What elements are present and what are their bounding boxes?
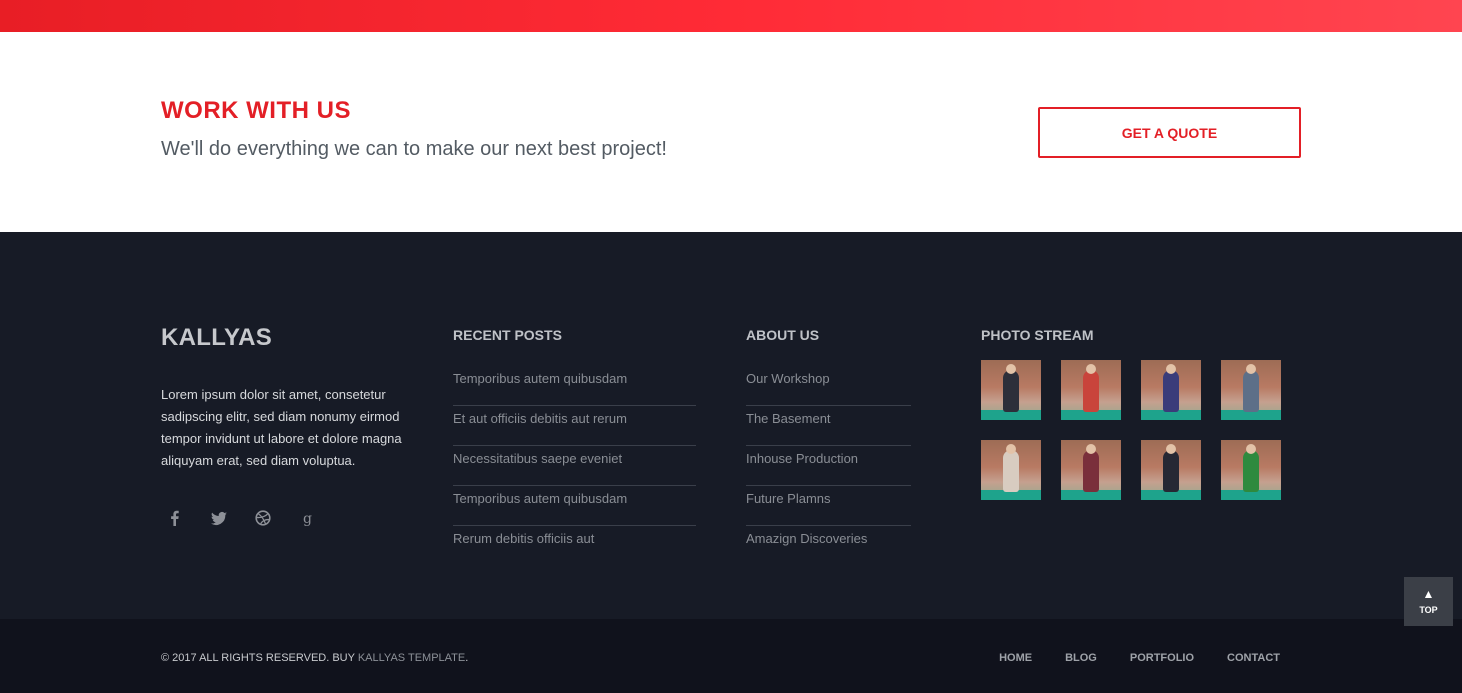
about-us-link[interactable]: Amazign Discoveries [746,526,911,565]
about-us-heading: ABOUT US [746,327,820,343]
copyright-suffix: . [465,652,469,664]
about-us-link[interactable]: Future Plamns [746,486,911,526]
photo-figure-head [1006,364,1016,374]
footer-nav-portfolio[interactable]: PORTFOLIO [1130,652,1194,664]
cta-subtitle: We'll do everything we can to make our n… [161,138,667,160]
to-top-label: TOP [1419,604,1438,615]
photo-figure [1003,450,1019,492]
recent-post-link[interactable]: Temporibus autem quibusdam [453,486,696,526]
top-red-strip [0,0,1462,32]
photo-thumbnail[interactable] [1221,360,1281,420]
recent-post-link[interactable]: Et aut officiis debitis aut rerum [453,406,696,446]
back-to-top-button[interactable]: ▲ TOP [1404,577,1453,626]
photo-figure [1083,370,1099,412]
recent-post-link[interactable]: Rerum debitis officiis aut [453,526,696,565]
kallyas-template-link[interactable]: KALLYAS TEMPLATE [358,652,465,664]
google-plus-icon[interactable]: g [297,508,317,528]
photo-figure-head [1166,364,1176,374]
recent-posts-list: Temporibus autem quibusdam Et aut offici… [453,366,696,565]
about-us-list: Our Workshop The Basement Inhouse Produc… [746,366,911,565]
photo-thumbnail[interactable] [1061,360,1121,420]
photo-figure-head [1246,444,1256,454]
photo-thumbnail[interactable] [1141,360,1201,420]
work-with-us-section: WORK WITH US We'll do everything we can … [0,32,1462,232]
photo-figure [1163,450,1179,492]
footer-nav-blog[interactable]: BLOG [1065,652,1097,664]
footer-nav-contact[interactable]: CONTACT [1227,652,1280,664]
site-footer: KALLYAS Lorem ipsum dolor sit amet, cons… [0,232,1462,619]
photo-figure-head [1086,444,1096,454]
photo-thumbnail[interactable] [1061,440,1121,500]
facebook-icon[interactable] [165,508,185,528]
photo-figure [1243,370,1259,412]
photo-thumbnail[interactable] [1221,440,1281,500]
about-us-link[interactable]: The Basement [746,406,911,446]
footer-logo[interactable]: KALLYAS [161,324,272,352]
photo-thumbnail[interactable] [981,360,1041,420]
photo-thumbnail[interactable] [981,440,1041,500]
chevron-up-icon: ▲ [1422,586,1435,601]
photo-figure-head [1246,364,1256,374]
photo-figure-head [1086,364,1096,374]
copyright-prefix: © 2017 ALL RIGHTS RESERVED. BUY [161,652,358,664]
get-a-quote-button[interactable]: GET A QUOTE [1038,107,1301,158]
copyright-text: © 2017 ALL RIGHTS RESERVED. BUY KALLYAS … [161,652,468,664]
recent-post-link[interactable]: Temporibus autem quibusdam [453,366,696,406]
recent-posts-heading: RECENT POSTS [453,327,562,343]
footer-nav: HOME BLOG PORTFOLIO CONTACT [999,652,1280,664]
photo-thumbnail[interactable] [1141,440,1201,500]
footer-about-text: Lorem ipsum dolor sit amet, consetetur s… [161,387,402,468]
photo-figure [1003,370,1019,412]
twitter-icon[interactable] [209,508,229,528]
photo-figure-head [1166,444,1176,454]
photo-figure-head [1006,444,1016,454]
social-links: g [165,508,317,528]
about-us-link[interactable]: Inhouse Production [746,446,911,486]
svg-text:g: g [303,511,312,526]
about-us-link[interactable]: Our Workshop [746,366,911,406]
photo-figure [1083,450,1099,492]
footer-nav-home[interactable]: HOME [999,652,1032,664]
dribbble-icon[interactable] [253,508,273,528]
cta-title: WORK WITH US [161,97,351,124]
footer-bottom-bar: © 2017 ALL RIGHTS RESERVED. BUY KALLYAS … [0,619,1462,693]
photo-figure [1163,370,1179,412]
photo-figure [1243,450,1259,492]
photo-stream-grid [981,360,1281,500]
photo-stream-heading: PHOTO STREAM [981,327,1094,343]
recent-post-link[interactable]: Necessitatibus saepe eveniet [453,446,696,486]
